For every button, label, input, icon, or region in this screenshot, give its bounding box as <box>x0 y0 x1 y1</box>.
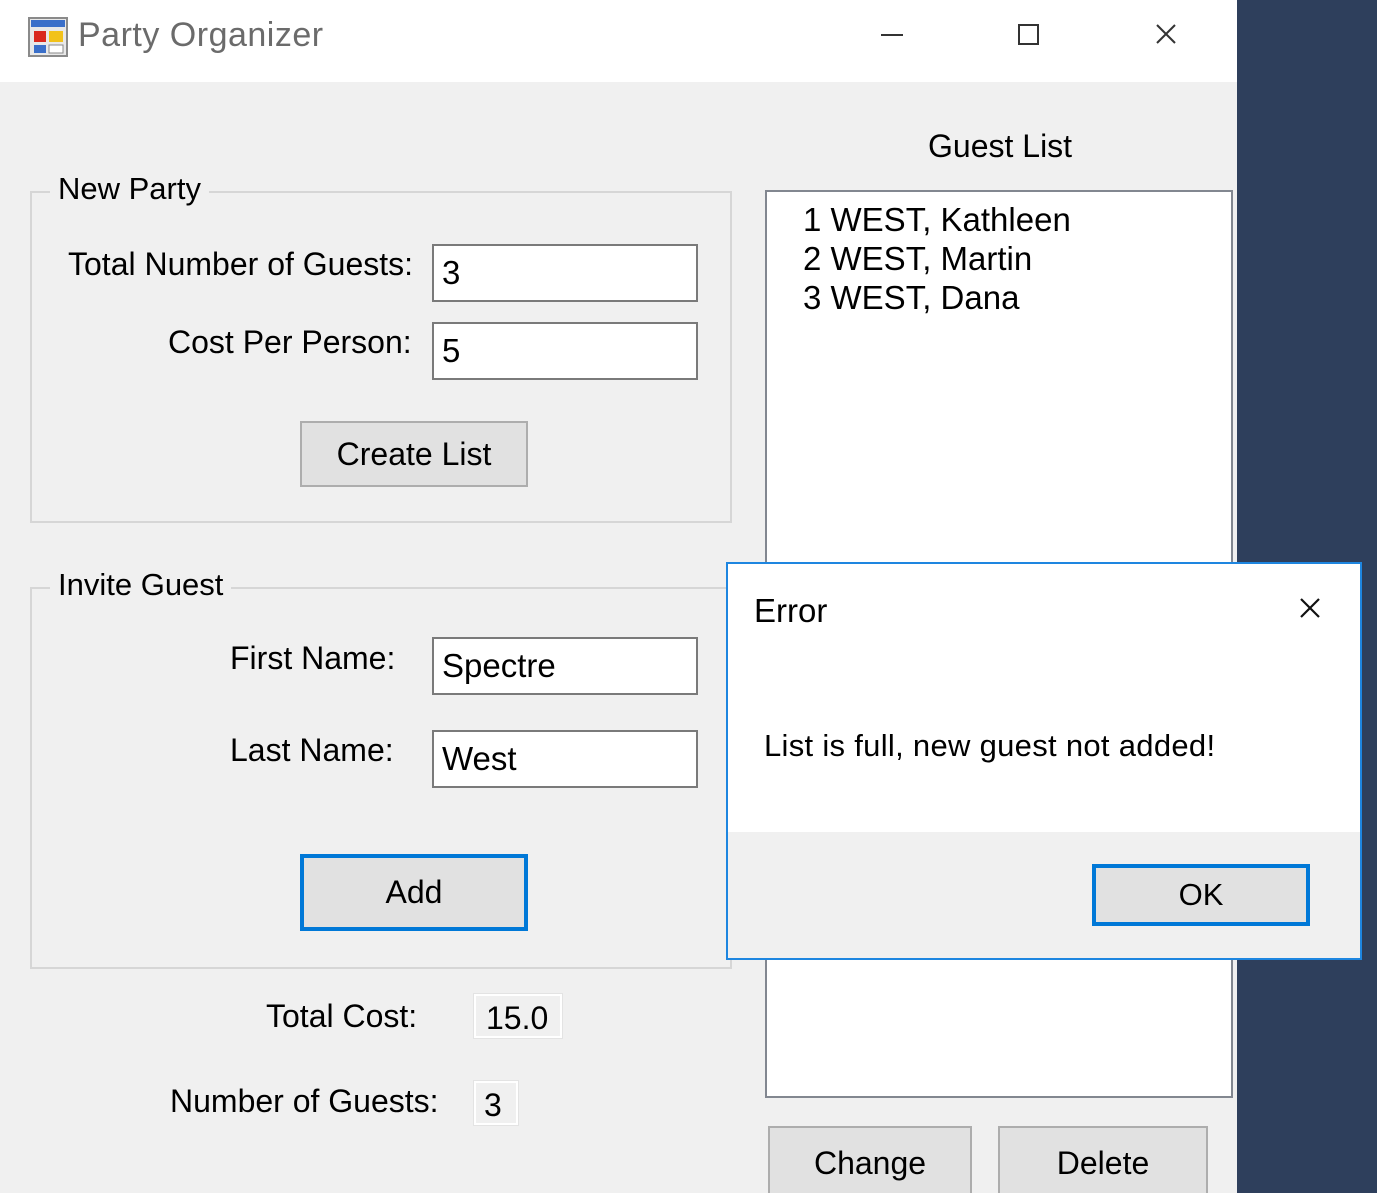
ok-button[interactable]: OK <box>1092 864 1310 926</box>
total-guests-label: Total Number of Guests: <box>68 246 414 282</box>
list-item[interactable]: 3 WEST, Dana <box>803 278 1231 317</box>
app-icon <box>28 17 68 57</box>
delete-button[interactable]: Delete <box>998 1126 1208 1193</box>
first-name-input[interactable]: Spectre <box>432 637 698 695</box>
invite-guest-legend: Invite Guest <box>50 567 232 603</box>
minimize-icon[interactable] <box>862 10 922 60</box>
dialog-footer: OK <box>728 832 1360 958</box>
list-item[interactable]: 2 WEST, Martin <box>803 239 1231 278</box>
cost-per-person-label: Cost Per Person: <box>168 324 412 360</box>
title-bar[interactable]: Party Organizer <box>0 0 1237 82</box>
close-icon[interactable] <box>1294 592 1326 624</box>
new-party-legend: New Party <box>50 171 209 207</box>
close-icon[interactable] <box>1136 10 1196 60</box>
cost-per-person-input[interactable]: 5 <box>432 322 698 380</box>
last-name-label: Last Name: <box>230 732 394 768</box>
dialog-title: Error <box>754 592 828 629</box>
list-item[interactable]: 1 WEST, Kathleen <box>803 200 1231 239</box>
add-button[interactable]: Add <box>300 854 528 931</box>
total-guests-input[interactable]: 3 <box>432 244 698 302</box>
error-dialog: Error List is full, new guest not added!… <box>726 562 1362 960</box>
last-name-input[interactable]: West <box>432 730 698 788</box>
first-name-label: First Name: <box>230 640 396 676</box>
change-button[interactable]: Change <box>768 1126 972 1193</box>
number-of-guests-label: Number of Guests: <box>170 1083 439 1119</box>
maximize-icon[interactable] <box>998 10 1058 60</box>
window-title: Party Organizer <box>78 16 324 54</box>
total-cost-label: Total Cost: <box>266 998 418 1034</box>
guest-list-title: Guest List <box>928 128 1073 164</box>
dialog-message: List is full, new guest not added! <box>764 728 1216 763</box>
total-cost-value: 15.0 <box>473 993 563 1039</box>
number-of-guests-value: 3 <box>473 1080 519 1126</box>
create-list-button[interactable]: Create List <box>300 421 528 487</box>
